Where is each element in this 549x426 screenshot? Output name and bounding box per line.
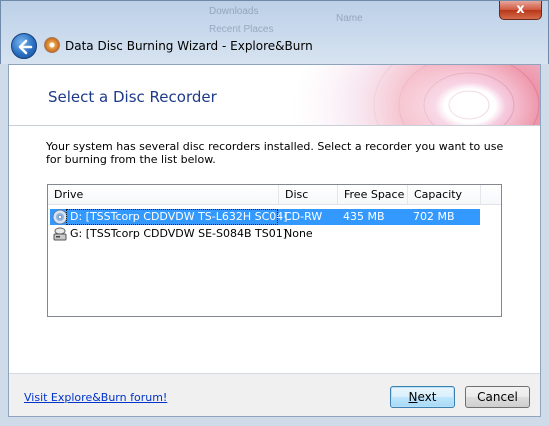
column-header-disc[interactable]: Disc [279, 185, 338, 205]
instructions-text: Your system has several disc recorders i… [46, 140, 504, 166]
forum-link[interactable]: Visit Explore&Burn forum! [24, 391, 167, 404]
window-title: Data Disc Burning Wizard - Explore&Burn [65, 39, 313, 53]
recorder-row-g[interactable]: G: [TSSTcorp CDDVDW SE-S084B TS01] None [50, 226, 480, 242]
wizard-header: Select a Disc Recorder [9, 65, 540, 125]
window-titlebar: Downloads Recent Places Name x Data Disc… [0, 0, 549, 64]
drive-cell: G: [TSSTcorp CDDVDW SE-S084B TS01] [70, 227, 288, 240]
close-button[interactable]: x [499, 1, 542, 20]
close-icon: x [516, 2, 525, 17]
background-ghost-text: Name [336, 13, 363, 24]
background-ghost-text: Downloads [209, 6, 259, 17]
capacity-cell: 702 MB [413, 210, 455, 223]
disc-cell: None [284, 227, 313, 240]
next-button[interactable]: Next [390, 386, 455, 408]
background-ghost-text: Recent Places [209, 24, 274, 35]
back-button[interactable] [11, 33, 37, 59]
list-header: Drive Disc Free Space Capacity [48, 185, 501, 205]
column-header-free-space[interactable]: Free Space [338, 185, 408, 205]
next-button-accelerator: N [408, 390, 418, 404]
back-arrow-icon [18, 39, 33, 55]
column-header-capacity[interactable]: Capacity [408, 185, 481, 205]
next-button-label: ext [417, 390, 437, 404]
drive-cell: D: [TSSTcorp CDDVDW TS-L632H SC04] [66, 209, 288, 225]
cancel-button[interactable]: Cancel [465, 386, 530, 408]
disc-cell: CD-RW [284, 210, 323, 223]
recorder-list[interactable]: Drive Disc Free Space Capacity D: [TSSTc… [47, 184, 502, 317]
column-header-drive[interactable]: Drive [48, 185, 279, 205]
header-divider [9, 125, 540, 126]
wizard-client-area: Select a Disc Recorder Your system has s… [8, 64, 541, 417]
page-title: Select a Disc Recorder [48, 88, 217, 106]
recorder-row-d[interactable]: D: [TSSTcorp CDDVDW TS-L632H SC04] CD-RW… [50, 209, 480, 225]
free-space-cell: 435 MB [343, 210, 385, 223]
app-disc-icon [44, 37, 60, 53]
